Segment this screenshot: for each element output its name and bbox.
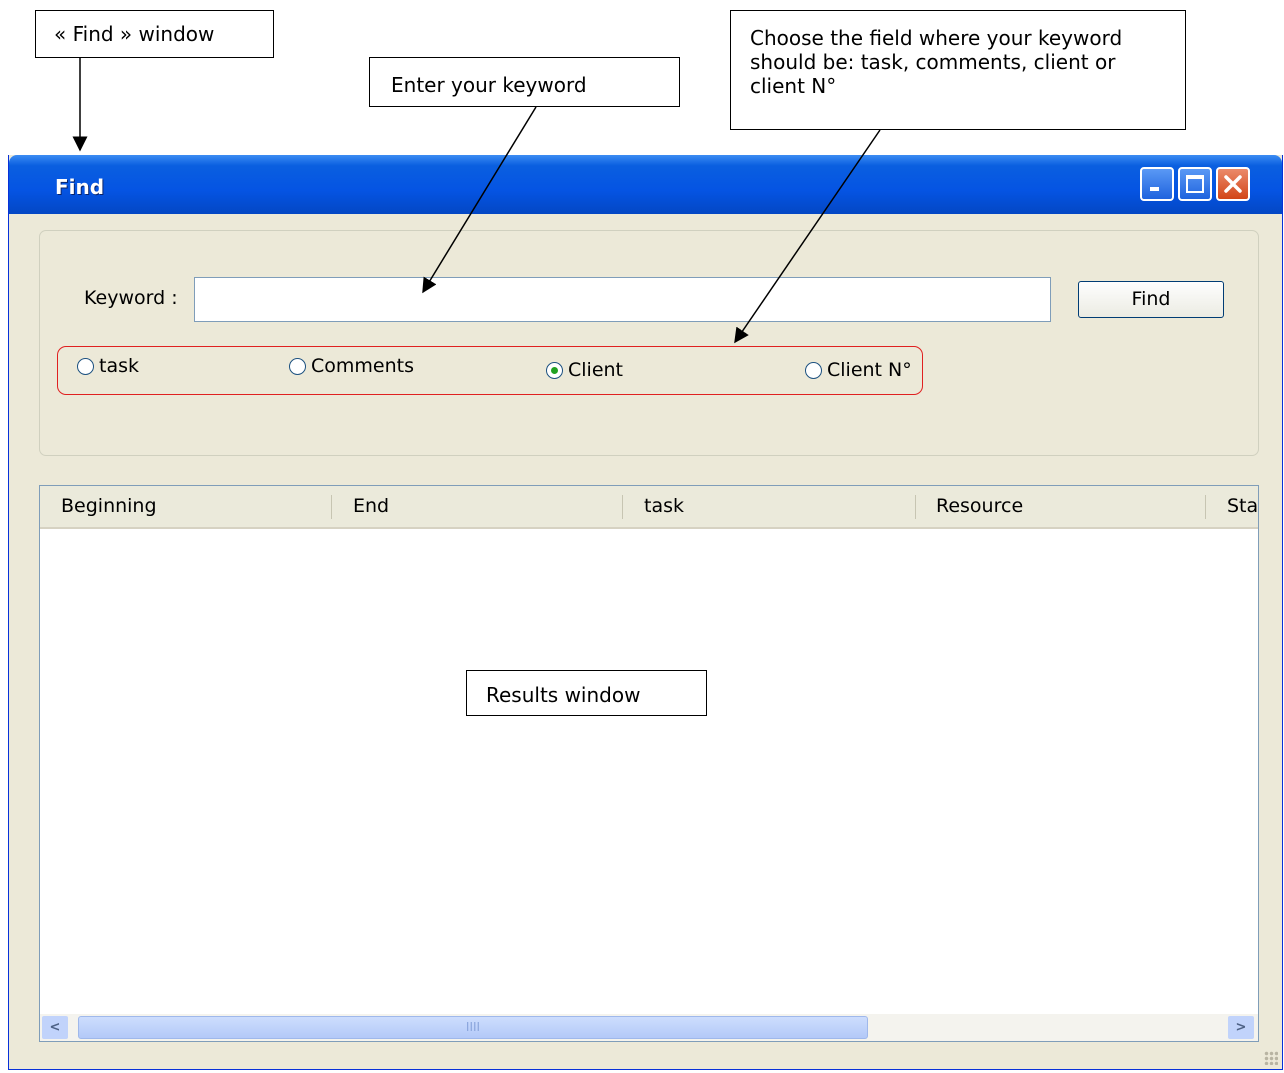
radio-label: Client N°	[827, 359, 912, 381]
minimize-icon	[1150, 187, 1159, 191]
close-button[interactable]	[1216, 167, 1250, 201]
column-header-status[interactable]: Sta	[1227, 486, 1258, 527]
radio-checked-icon	[546, 361, 563, 379]
column-divider[interactable]	[331, 495, 332, 519]
radio-client-number[interactable]: Client N°	[805, 357, 912, 383]
radio-circle-icon	[289, 357, 306, 375]
minimize-button[interactable]	[1140, 167, 1174, 201]
list-header: Beginning End task Resource Sta	[40, 486, 1258, 529]
radio-client[interactable]: Client	[546, 357, 623, 383]
horizontal-scrollbar[interactable]: < IIII >	[40, 1014, 1258, 1041]
column-divider[interactable]	[1205, 495, 1206, 519]
keyword-label: Keyword :	[84, 287, 178, 309]
radio-circle-icon	[77, 357, 94, 375]
column-header-end[interactable]: End	[353, 486, 613, 527]
field-radio-group	[57, 346, 923, 395]
column-header-resource[interactable]: Resource	[936, 486, 1196, 527]
find-window: Find Keyword : Find task Comments Client…	[8, 155, 1283, 1070]
column-header-beginning[interactable]: Beginning	[61, 486, 321, 527]
scroll-left-button[interactable]: <	[42, 1016, 68, 1039]
radio-label: Comments	[311, 355, 414, 377]
callout-find-window: « Find » window	[35, 10, 274, 58]
callout-keyword: Enter your keyword	[369, 57, 680, 107]
radio-label: Client	[568, 359, 624, 381]
close-icon	[1224, 175, 1242, 193]
maximize-button[interactable]	[1178, 167, 1212, 201]
window-title: Find	[55, 175, 105, 199]
callout-results: Results window	[466, 670, 707, 716]
title-bar[interactable]: Find	[9, 155, 1282, 214]
radio-comments[interactable]: Comments	[289, 353, 414, 379]
results-list[interactable]: Beginning End task Resource Sta < IIII >	[39, 485, 1259, 1042]
column-divider[interactable]	[915, 495, 916, 519]
column-header-task[interactable]: task	[644, 486, 904, 527]
radio-circle-icon	[805, 361, 822, 379]
scroll-right-button[interactable]: >	[1228, 1016, 1254, 1039]
find-button[interactable]: Find	[1078, 281, 1224, 318]
callout-field: Choose the field where your keyword shou…	[730, 10, 1186, 130]
search-groupbox	[39, 230, 1259, 456]
keyword-input[interactable]	[194, 277, 1051, 322]
resize-grip-icon[interactable]	[1264, 1051, 1278, 1065]
radio-task[interactable]: task	[77, 353, 139, 379]
scroll-thumb[interactable]: IIII	[78, 1016, 868, 1039]
column-divider[interactable]	[622, 495, 623, 519]
radio-label: task	[99, 355, 139, 377]
maximize-icon	[1186, 175, 1204, 193]
